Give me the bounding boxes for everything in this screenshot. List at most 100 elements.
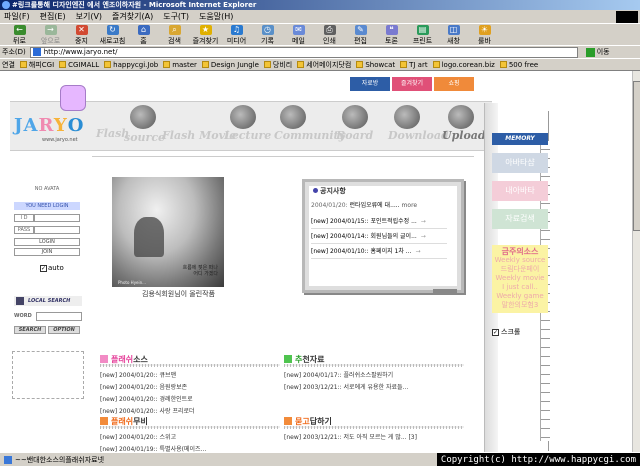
toolbar-button-1[interactable]: → 앞으로 [35, 24, 66, 46]
toolbar-button-15[interactable]: ☀ 룰바 [469, 24, 500, 46]
mail-icon: ✉ [292, 25, 305, 35]
toolbar-button-4[interactable]: ⌂ 홈 [128, 24, 159, 46]
flash-source-heading[interactable]: 플래쉬 소스 [100, 354, 280, 367]
printer-icon: ▤ [416, 25, 429, 35]
notice-list: [new] 2004/01/15:: 포인트적립수정 ... → [new] 200… [311, 214, 447, 259]
nav-item-3[interactable]: Lecture [222, 103, 274, 149]
weekly-note[interactable]: 금주의소스 Weekly source 드림다운페이 Weekly movie I j… [492, 245, 548, 313]
password-input[interactable] [34, 226, 80, 234]
top-tab-2[interactable]: 쇼핑 [434, 77, 474, 91]
id-row: I D [14, 214, 82, 222]
scrollbar-thumb[interactable] [633, 81, 640, 231]
list-item[interactable]: [new] 2004/01/19:: 특별사용(메이즈... [100, 444, 280, 452]
link-item[interactable]: logo.corean.biz [432, 61, 495, 69]
link-item[interactable]: Showcat [356, 61, 395, 69]
toolbar-button-2[interactable]: ✕ 중지 [66, 24, 97, 46]
link-label: master [172, 60, 197, 69]
notice-arrow-icon[interactable]: → [421, 218, 426, 225]
toolbar-button-11[interactable]: ✎ 편집 [345, 24, 376, 46]
toolbar-button-0[interactable]: ← 뒤로 [4, 24, 35, 46]
window-title: #링크를통해 디자인엔진 에서 엔조이하자원 - Microsoft Inter… [12, 1, 257, 9]
menu-item-3[interactable]: 즐겨찾기(A) [112, 11, 153, 22]
photo-brand: Photo Hyein... [118, 280, 146, 285]
toolbar-button-3[interactable]: ↻ 새로고침 [97, 24, 128, 46]
notice-item[interactable]: [new] 2004/01/14:: 회원님들의 글이... → [311, 229, 447, 244]
link-label: 해피CGI [28, 60, 55, 69]
toolbar-button-5[interactable]: ⌕ 검색 [159, 24, 190, 46]
toolbar-button-6[interactable]: ★ 즐겨찾기 [190, 24, 221, 46]
link-item[interactable]: master [163, 61, 197, 69]
link-item[interactable]: 세어메이지닷컴 [297, 60, 351, 70]
toolbar-label: 룰바 [478, 37, 491, 45]
go-button[interactable]: 이동 [585, 47, 610, 57]
menu-item-0[interactable]: 파일(F) [4, 11, 30, 22]
link-label: 당비리 [272, 60, 293, 69]
toolbar-button-12[interactable]: ❝ 토론 [376, 24, 407, 46]
menu-item-2[interactable]: 보기(V) [76, 11, 102, 22]
toolbar-button-8[interactable]: ◷ 기록 [252, 24, 283, 46]
list-item[interactable]: [new] 2004/01/20:: 스위고 [100, 432, 280, 444]
toolbar-button-10[interactable]: ⎙ 인쇄 [314, 24, 345, 46]
link-label: 세어메이지닷컴 [306, 60, 352, 69]
login-button[interactable]: LOGIN [14, 238, 80, 246]
id-label: I D [14, 214, 34, 222]
search-button[interactable]: SEARCH [14, 326, 46, 334]
link-item[interactable]: 해피CGI [19, 60, 55, 70]
id-input[interactable] [34, 214, 80, 222]
qna-heading[interactable]: 묻고 답하기 [284, 416, 464, 429]
toolbar-button-13[interactable]: ▤ 프린트 [407, 24, 438, 46]
notice-arrow-icon[interactable]: → [415, 248, 420, 255]
page-viewport: 자료방 즐겨찾기 쇼핑 JARYO www.jaryo.net Flash sourc… [0, 71, 632, 452]
toolbar-button-14[interactable]: ◫ 새창 [438, 24, 469, 46]
list-item[interactable]: [new] 2003/12/21:: 서로에게 유용한 자료들... [284, 382, 464, 394]
local-search-title: LOCAL SEARCH [14, 296, 82, 306]
link-item[interactable]: TJ art [400, 61, 428, 69]
menu-bar: 파일(F) 편집(E) 보기(V) 즐겨찾기(A) 도구(T) 도움말(H) [0, 10, 640, 24]
notice-more-link[interactable]: more [402, 202, 418, 209]
menu-item-4[interactable]: 도구(T) [163, 11, 189, 22]
link-item[interactable]: Design Jungle [201, 61, 259, 69]
link-item[interactable]: CGIMALL [59, 61, 99, 69]
auto-login-checkbox[interactable]: ✓ auto [40, 264, 64, 272]
nav-item-6[interactable]: Download [386, 103, 449, 149]
toolbar-label: 메일 [292, 37, 305, 45]
notice-item[interactable]: [new] 2004/01/10:: 홈페이지 1차 ... → [311, 244, 447, 259]
toolbar-button-7[interactable]: ♫ 미디어 [221, 24, 252, 46]
notice-first-item[interactable]: 2004/01/20: 런타임오류에 대..... more [311, 200, 417, 209]
flash-movie-heading[interactable]: 플래쉬 무비 [100, 416, 280, 429]
avatar-shop-button[interactable]: 아바타샵 [492, 153, 548, 173]
nav-item-4[interactable]: Community [272, 103, 345, 149]
toolbar-label: 중지 [75, 37, 88, 45]
page-status-icon [4, 455, 12, 464]
nav-item-5[interactable]: Board [334, 103, 386, 149]
nav-item-2[interactable]: Flash Movie [160, 103, 236, 149]
list-item[interactable]: [new] 2004/01/20:: 경례한인트로 [100, 394, 280, 406]
list-item[interactable]: [new] 2004/01/20:: 음원랑보존 [100, 382, 280, 394]
link-item[interactable]: 당비리 [263, 60, 293, 70]
my-avatar-button[interactable]: 내아바타 [492, 181, 548, 201]
address-input[interactable]: http://www.jaryo.net/ [29, 46, 578, 58]
map-box [12, 351, 84, 399]
join-button[interactable]: JOIN [14, 248, 80, 256]
list-item[interactable]: [new] 2004/01/17:: 플러쉬소스팔원하기 [284, 370, 464, 382]
scroll-checkbox[interactable]: ✓ 스크롤 [492, 327, 548, 337]
recommended-heading[interactable]: 추 천자료 [284, 354, 464, 367]
list-item[interactable]: [new] 2004/01/20:: 큐브맨 [100, 370, 280, 382]
option-button[interactable]: OPTION [48, 326, 80, 334]
menu-item-1[interactable]: 편집(E) [40, 11, 66, 22]
site-logo[interactable]: JARYO www.jaryo.net [12, 85, 94, 151]
word-input[interactable] [36, 312, 82, 321]
top-tab-1[interactable]: 즐겨찾기 [392, 77, 432, 91]
toolbar-button-9[interactable]: ✉ 메일 [283, 24, 314, 46]
notice-item[interactable]: [new] 2004/01/15:: 포인트적립수정 ... → [311, 214, 447, 229]
featured-photo[interactable]: 흐름에 젖은 떠나 어디 가겠다 Photo Hyein... [112, 177, 224, 287]
link-item[interactable]: happycgi.Job [104, 61, 158, 69]
notice-arrow-icon[interactable]: → [421, 233, 426, 240]
top-tab-0[interactable]: 자료방 [350, 77, 390, 91]
list-item[interactable]: [new] 2003/12/21:: 저도 아직 모르는 게 많... [3] [284, 432, 464, 444]
search-data-button[interactable]: 자료검색 [492, 209, 548, 229]
vertical-scrollbar[interactable] [632, 71, 640, 452]
link-item[interactable]: 500 free [499, 61, 538, 69]
menu-item-5[interactable]: 도움말(H) [199, 11, 233, 22]
left-sidebar: NO AVATA YOU NEED LOGIN I D PASS LOGIN J… [12, 156, 84, 399]
